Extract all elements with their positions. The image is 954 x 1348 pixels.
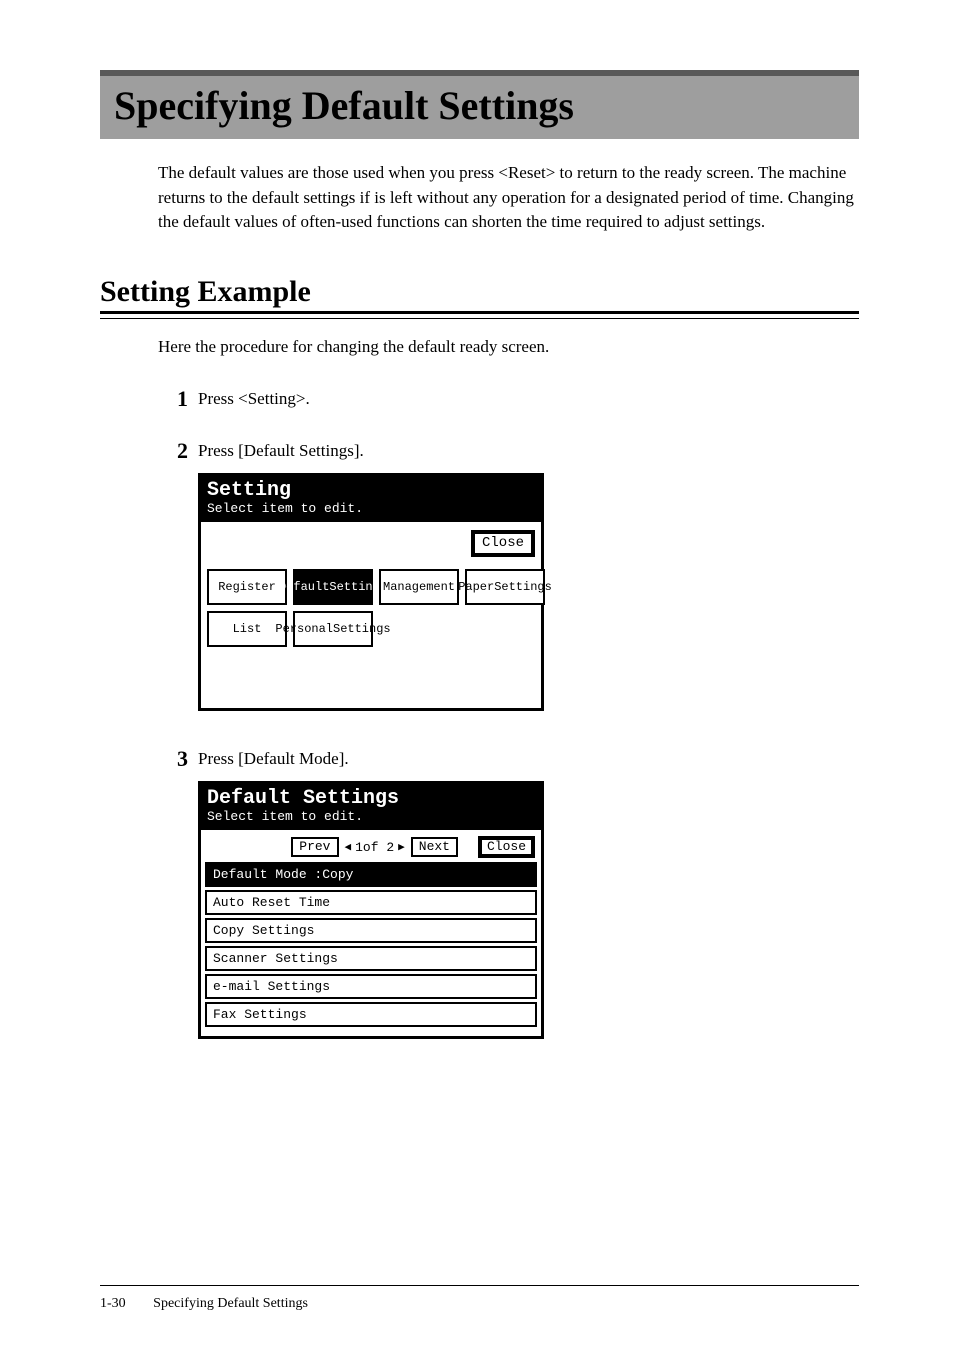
page-title: Specifying Default Settings xyxy=(100,76,859,139)
page-number: 1-30 xyxy=(100,1296,126,1311)
screenshot-subtitle: Select item to edit. xyxy=(207,810,535,825)
list-item-email-settings[interactable]: e-mail Settings xyxy=(205,974,537,999)
step-text: Press [Default Mode]. xyxy=(198,749,544,769)
list-item-scanner-settings[interactable]: Scanner Settings xyxy=(205,946,537,971)
list-item-auto-reset-time[interactable]: Auto Reset Time xyxy=(205,890,537,915)
next-label: Next xyxy=(419,839,450,854)
step-2: 2 Press [Default Settings]. Setting Sele… xyxy=(158,439,859,719)
label-line2: Settings xyxy=(494,581,552,594)
page-footer: 1-30 Specifying Default Settings xyxy=(100,1296,308,1312)
section-heading-rule xyxy=(100,311,859,319)
label-line1: Default xyxy=(279,581,329,594)
step-text: Press <Setting>. xyxy=(198,387,310,409)
page-indicator: 1of 2 xyxy=(355,840,394,855)
step-number: 3 xyxy=(158,747,188,771)
screenshot-title: Default Settings xyxy=(207,787,535,810)
triangle-right-icon: ▶ xyxy=(398,840,405,854)
intro-paragraph: The default values are those used when y… xyxy=(158,161,859,235)
step-number: 2 xyxy=(158,439,188,463)
section-heading: Setting Example xyxy=(100,275,859,309)
default-settings-button[interactable]: Default Settings xyxy=(293,569,373,605)
page-title-banner: Specifying Default Settings xyxy=(100,70,859,139)
step-text: Press [Default Settings]. xyxy=(198,441,544,461)
screenshot-setting-menu: Setting Select item to edit. Close Regis… xyxy=(198,473,544,711)
label-line2: Settings xyxy=(333,623,391,636)
paper-settings-button[interactable]: Paper Settings xyxy=(465,569,545,605)
label-line1: Personal xyxy=(275,623,333,636)
screenshot-titlebar: Default Settings Select item to edit. xyxy=(201,784,541,830)
prev-button[interactable]: Prev xyxy=(291,837,338,857)
close-button[interactable]: Close xyxy=(471,530,535,557)
close-button[interactable]: Close xyxy=(478,836,535,858)
management-button[interactable]: Management xyxy=(379,569,459,605)
section-lead: Here the procedure for changing the defa… xyxy=(158,337,859,357)
step-3: 3 Press [Default Mode]. Default Settings… xyxy=(158,747,859,1047)
running-title: Specifying Default Settings xyxy=(153,1296,308,1311)
triangle-left-icon: ◀ xyxy=(345,840,352,854)
prev-label: Prev xyxy=(299,839,330,854)
list-item-copy-settings[interactable]: Copy Settings xyxy=(205,918,537,943)
screenshot-title: Setting xyxy=(207,479,535,502)
register-button[interactable]: Register xyxy=(207,569,287,605)
label-line1: Paper xyxy=(458,581,494,594)
footer-rule xyxy=(100,1285,859,1286)
next-button[interactable]: Next xyxy=(411,837,458,857)
screenshot-default-settings-list: Default Settings Select item to edit. Pr… xyxy=(198,781,544,1039)
step-1: 1 Press <Setting>. xyxy=(158,387,859,411)
screenshot-subtitle: Select item to edit. xyxy=(207,502,535,517)
screenshot-titlebar: Setting Select item to edit. xyxy=(201,476,541,522)
personal-settings-button[interactable]: Personal Settings xyxy=(293,611,373,647)
page-indicator-group: ◀ 1of 2 ▶ xyxy=(345,840,405,855)
list-item-default-mode[interactable]: Default Mode :Copy xyxy=(205,862,537,887)
list-item-fax-settings[interactable]: Fax Settings xyxy=(205,1002,537,1027)
step-number: 1 xyxy=(158,387,188,411)
